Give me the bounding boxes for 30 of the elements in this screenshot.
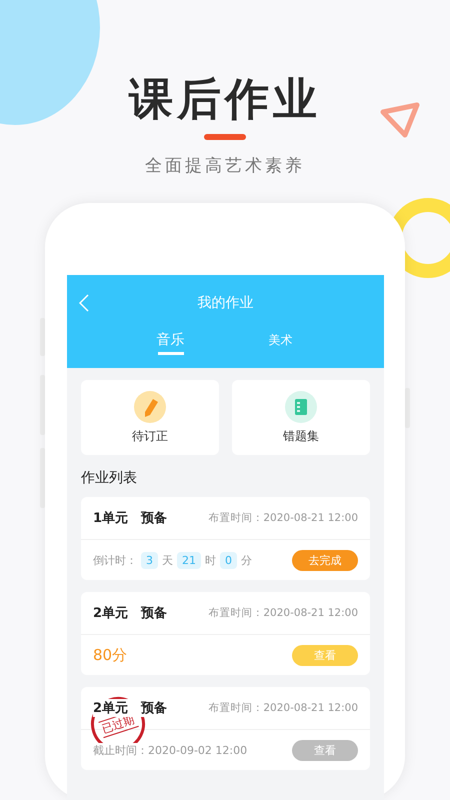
deadline-text: 截止时间：2020-09-02 12:00 bbox=[93, 742, 248, 758]
assignment-title: 1单元 预备 bbox=[93, 509, 168, 527]
days-unit: 天 bbox=[162, 552, 173, 568]
view-button[interactable]: 查看 bbox=[292, 644, 358, 666]
page-title: 我的作业 bbox=[198, 294, 254, 312]
subtitle: 全面提高艺术素养 bbox=[145, 155, 305, 177]
headline-underline bbox=[204, 134, 246, 140]
section-title: 作业列表 bbox=[81, 469, 138, 487]
countdown-minutes: 0 bbox=[220, 552, 237, 568]
complete-button[interactable]: 去完成 bbox=[292, 550, 358, 570]
countdown-days: 3 bbox=[141, 552, 158, 568]
assigned-time: 布置时间：2020-08-21 12:00 bbox=[208, 511, 358, 525]
shortcut-card[interactable]: 错题集 bbox=[232, 380, 370, 455]
headline: 课后作业 bbox=[129, 73, 321, 127]
back-icon[interactable] bbox=[79, 294, 89, 312]
notebook-icon bbox=[285, 390, 317, 422]
assigned-time: 布置时间：2020-08-21 12:00 bbox=[208, 606, 358, 620]
countdown-label: 倒计时： bbox=[93, 552, 137, 568]
subject-tab[interactable]: 美术 bbox=[256, 331, 306, 358]
shortcut-card[interactable]: 待订正 bbox=[81, 380, 219, 455]
assignment-title: 2单元 预备 bbox=[93, 699, 168, 717]
minutes-unit: 分 bbox=[241, 552, 252, 568]
triangle-decoration bbox=[378, 100, 422, 140]
score-text: 80分 bbox=[93, 646, 128, 664]
assigned-time: 布置时间：2020-08-21 12:00 bbox=[208, 701, 358, 715]
countdown-hours: 21 bbox=[177, 552, 201, 568]
hours-unit: 时 bbox=[205, 552, 216, 568]
assignment-title: 2单元 预备 bbox=[93, 604, 168, 622]
pencil-icon bbox=[134, 390, 166, 422]
view-button[interactable]: 查看 bbox=[292, 740, 358, 760]
